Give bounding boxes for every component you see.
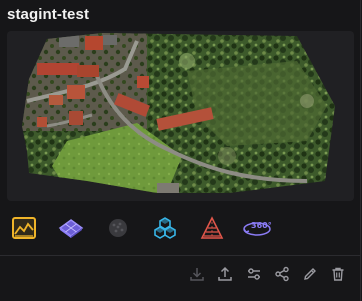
settings-sliders-icon [248,268,260,280]
orthophoto-button[interactable] [10,214,38,242]
cubes-icon [154,217,176,239]
orthophoto-icon [12,217,36,239]
project-title: stagint-test [7,6,90,23]
contour-icon [200,216,224,239]
delete-icon [332,267,344,281]
view-toolbar: 360° [10,214,290,244]
edit-icon [304,268,316,280]
pointcloud-icon [109,219,127,237]
download-button[interactable] [185,262,209,286]
map-preview[interactable] [7,31,354,201]
3d-model-icon [58,219,84,238]
project-card: stagint-test 360° [0,0,361,301]
delete-button[interactable] [326,262,350,286]
upload-icon [218,266,232,281]
360-view-icon: 360° [243,221,272,236]
edit-button[interactable] [298,262,322,286]
share-icon [275,266,289,282]
volume-cubes-button[interactable] [151,214,179,242]
upload-button[interactable] [213,262,237,286]
360-view-button[interactable]: 360° [242,214,272,242]
orthophoto-thumbnail [22,33,335,193]
3d-model-button[interactable] [57,214,85,242]
share-button[interactable] [270,262,294,286]
settings-button[interactable] [242,262,266,286]
contour-button[interactable] [198,214,226,242]
pointcloud-button[interactable] [104,214,132,242]
card-divider [0,255,361,256]
360-badge-label: 360° [251,221,272,230]
card-actions [185,262,355,288]
download-icon [190,268,204,281]
